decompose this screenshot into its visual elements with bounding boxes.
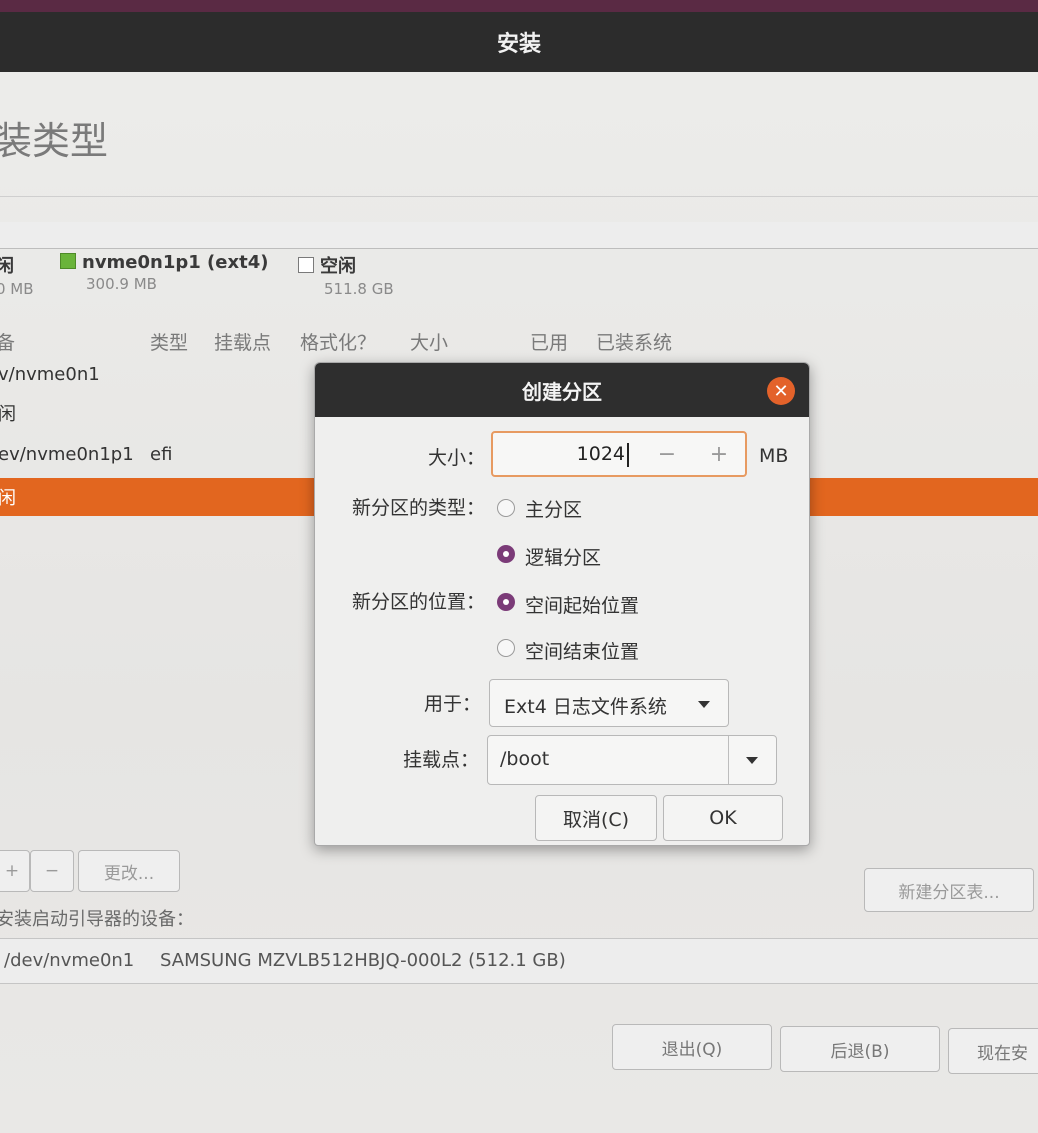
cancel-button[interactable]: 取消(C) [535, 795, 657, 841]
row-device: ev/nvme0n1p1 [0, 444, 134, 465]
white-swatch-icon [298, 257, 314, 273]
size-unit: MB [759, 445, 789, 467]
remove-partition-button[interactable]: − [30, 850, 74, 892]
back-button[interactable]: 后退(B) [780, 1026, 940, 1072]
column-size: 大小 [410, 332, 449, 354]
disk-usage-bar [0, 222, 1038, 249]
legend-item-free: 空闲 511.8 GB [298, 252, 394, 298]
page-title: 装类型 [0, 119, 109, 163]
new-partition-table-button[interactable]: 新建分区表... [864, 868, 1034, 912]
filesystem-select[interactable]: Ext4 日志文件系统 [489, 679, 729, 727]
quit-button[interactable]: 退出(Q) [612, 1024, 772, 1070]
bootloader-device-select[interactable]: /dev/nvme0n1 SAMSUNG MZVLB512HBJQ-000L2 … [0, 938, 1038, 984]
legend-label: 空闲 [320, 256, 356, 277]
column-used: 已用 [530, 332, 569, 354]
size-input[interactable]: 1024 [493, 443, 625, 465]
mount-point-input[interactable]: /boot [500, 748, 549, 770]
mount-point-label: 挂载点： [402, 749, 479, 771]
dialog-title: 创建分区 [522, 379, 602, 404]
combo-divider [728, 736, 729, 784]
create-partition-dialog: 创建分区 ✕ 大小： 1024 − + MB 新分区的类型： 主分区 逻辑分区 … [314, 362, 810, 846]
divider [0, 196, 1038, 197]
filesystem-value: Ext4 日志文件系统 [504, 696, 667, 718]
text-caret [627, 443, 629, 467]
mount-point-combo[interactable]: /boot [487, 735, 777, 785]
legend-size: 300.9 MB [86, 275, 157, 293]
use-as-label: 用于： [423, 693, 481, 715]
row-device: 闲 [0, 404, 16, 425]
ok-button[interactable]: OK [663, 795, 783, 841]
desktop-top-strip [0, 0, 1038, 12]
partition-table-header: 备 类型 挂载点 格式化？ 大小 已用 已装系统 [0, 328, 1038, 356]
green-swatch-icon [60, 253, 76, 269]
column-os: 已装系统 [596, 332, 673, 354]
window-titlebar: 安装 [0, 12, 1038, 72]
row-device: v/nvme0n1 [0, 364, 100, 385]
window-title: 安装 [496, 32, 541, 57]
location-end-label[interactable]: 空间结束位置 [525, 637, 639, 664]
legend-label: 闲 [0, 256, 14, 277]
logical-partition-label[interactable]: 逻辑分区 [525, 543, 601, 570]
column-format: 格式化？ [300, 332, 377, 354]
chevron-down-icon[interactable] [746, 757, 758, 764]
size-spinbox[interactable]: 1024 − + [491, 431, 747, 477]
change-partition-button[interactable]: 更改... [78, 850, 180, 892]
size-label: 大小： [427, 447, 485, 469]
dialog-titlebar: 创建分区 [315, 363, 809, 417]
location-start-label[interactable]: 空间起始位置 [525, 591, 639, 618]
row-type: efi [150, 444, 173, 465]
chevron-down-icon [698, 701, 710, 708]
partition-location-label: 新分区的位置： [351, 591, 485, 613]
location-start-radio[interactable] [497, 593, 515, 611]
install-now-button[interactable]: 现在安 [948, 1028, 1038, 1074]
primary-partition-label[interactable]: 主分区 [525, 495, 582, 522]
column-mount: 挂载点 [214, 332, 272, 354]
location-end-radio[interactable] [497, 639, 515, 657]
logical-partition-radio[interactable] [497, 545, 515, 563]
legend-label: nvme0n1p1 (ext4) [82, 252, 269, 273]
legend-item-nvme0n1p1: nvme0n1p1 (ext4) 300.9 MB [60, 252, 268, 293]
row-device: 闲 [0, 488, 16, 509]
size-decrement-button[interactable]: − [645, 439, 689, 469]
column-type: 类型 [150, 332, 189, 354]
partition-type-label: 新分区的类型： [351, 497, 485, 519]
boot-device-path: /dev/nvme0n1 [4, 950, 135, 971]
size-increment-button[interactable]: + [697, 439, 741, 469]
close-icon[interactable]: ✕ [767, 377, 795, 405]
primary-partition-radio[interactable] [497, 499, 515, 517]
add-partition-button[interactable]: + [0, 850, 30, 892]
column-device: 备 [0, 332, 16, 354]
legend-size: 511.8 GB [324, 280, 394, 298]
bootloader-label: 安装启动引导器的设备： [0, 909, 194, 930]
legend-size: 0 MB [0, 280, 34, 298]
boot-device-model: SAMSUNG MZVLB512HBJQ-000L2 (512.1 GB) [160, 950, 566, 971]
legend-item-free-left: 闲 0 MB [0, 252, 34, 298]
